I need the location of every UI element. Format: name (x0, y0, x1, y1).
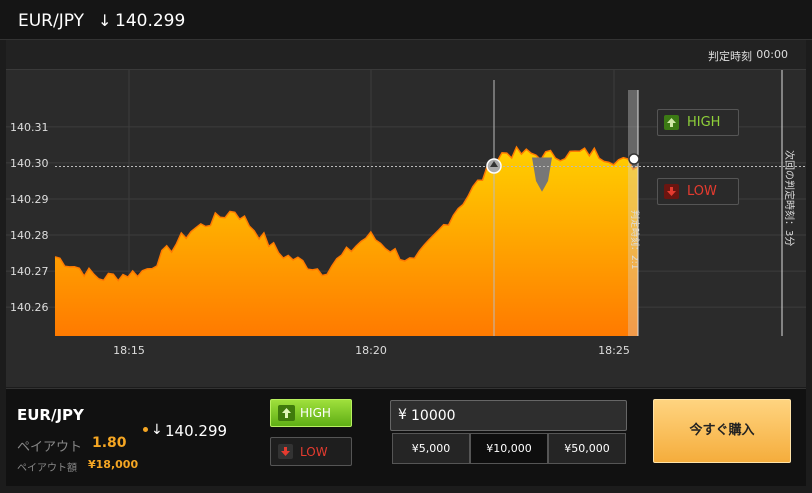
judge-time-bar: 判定時刻 00:00 (6, 40, 806, 70)
y-tick-label: 140.29 (10, 193, 49, 206)
side-high-label: HIGH (687, 115, 721, 130)
payout-value: 1.80 (92, 435, 127, 451)
y-tick-label: 140.27 (10, 265, 49, 278)
chart-panel: 判定時刻 00:00 140.31 140.30 140.29 140.28 140.2… (6, 40, 806, 387)
order-price: 140.299 (165, 422, 228, 440)
payout-label: ペイアウト (17, 440, 83, 455)
payout-amount-label: ペイアウト額 (17, 463, 77, 474)
high-arrow-icon (664, 115, 679, 130)
y-tick-label: 140.26 (10, 301, 49, 314)
side-high-button[interactable]: HIGH (657, 109, 739, 136)
low-arrow-icon (664, 184, 679, 199)
order-down-arrow-icon: ↓ (151, 422, 163, 438)
header-down-arrow-icon: ↓ (98, 11, 112, 30)
header-pair: EUR/JPY (18, 11, 84, 31)
preset-10000-button[interactable]: ¥10,000 (470, 433, 548, 464)
low-button-label: LOW (300, 445, 328, 459)
header-price: 140.299 (115, 11, 186, 31)
preset-5000-button[interactable]: ¥5,000 (392, 433, 470, 464)
judge-time-vertical-label: 判定時刻：2:1 (629, 210, 641, 270)
buy-now-button[interactable]: 今すぐ購入 (653, 399, 791, 463)
x-tick-label: 18:15 (113, 344, 145, 357)
next-judge-vertical-label: 次回の判定時刻：3分 (783, 150, 796, 246)
order-pair: EUR/JPY (17, 406, 84, 424)
judge-time-label: 判定時刻 (708, 50, 752, 63)
order-panel: EUR/JPY ペイアウト 1.80 ペイアウト額 ¥18,000 ↓ 140.… (6, 388, 806, 486)
y-tick-label: 140.28 (10, 229, 49, 242)
low-button[interactable]: LOW (270, 437, 352, 466)
currency-symbol: ¥ (398, 407, 407, 423)
payout-amount-value: ¥18,000 (88, 458, 139, 471)
judge-time-value: 00:00 (756, 48, 788, 61)
high-button-arrow-icon (278, 405, 295, 421)
header-bar: EUR/JPY ↓ 140.299 (0, 0, 812, 40)
y-tick-label: 140.30 (10, 157, 49, 170)
trading-window: EUR/JPY ↓ 140.299 判定時刻 00:00 140.31 140.3… (0, 0, 812, 493)
preset-50000-button[interactable]: ¥50,000 (548, 433, 626, 464)
high-button[interactable]: HIGH (270, 399, 352, 427)
x-tick-label: 18:20 (355, 344, 387, 357)
x-tick-label: 18:25 (598, 344, 630, 357)
side-low-button[interactable]: LOW (657, 178, 739, 205)
low-button-arrow-icon (278, 444, 293, 459)
side-low-label: LOW (687, 184, 717, 199)
price-dot-icon (143, 427, 148, 432)
amount-input[interactable] (411, 405, 611, 427)
amount-field[interactable]: ¥ (390, 400, 627, 431)
current-price-dot (628, 153, 640, 165)
high-button-label: HIGH (300, 406, 331, 420)
y-tick-label: 140.31 (10, 121, 49, 134)
